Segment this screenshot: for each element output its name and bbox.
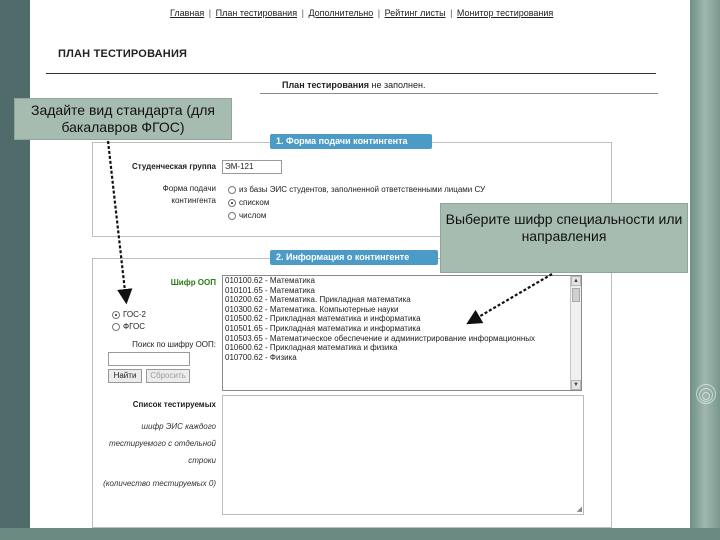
page-title: ПЛАН ТЕСТИРОВАНИЯ [58, 48, 188, 60]
top-navigation: Главная | План тестирования | Дополнител… [170, 8, 553, 18]
title-divider [46, 73, 656, 74]
nav-link-home[interactable]: Главная [170, 8, 204, 18]
contingent-form-header: 1. Форма подачи контингента [270, 134, 432, 149]
plan-status-text: не заполнен. [369, 80, 426, 90]
radio-database[interactable] [228, 185, 236, 194]
list-item[interactable]: 010501.65 - Прикладная математика и инфо… [223, 324, 581, 334]
reset-button[interactable]: Сбросить [146, 369, 190, 383]
testees-list-label: Список тестируемых [132, 400, 216, 409]
radio-number[interactable] [228, 211, 236, 220]
testees-note-line: шифр ЭИС каждого [141, 422, 216, 431]
slide-frame-bottom [0, 528, 720, 540]
form-option-database-label: из базы ЭИС студентов, заполненной ответ… [239, 185, 486, 194]
nav-link-rating-sheets[interactable]: Рейтинг листы [385, 8, 446, 18]
radio-fgos[interactable] [112, 322, 120, 331]
list-item[interactable]: 010503.65 - Математическое обеспечение и… [223, 334, 581, 344]
callout-specialty: Выберите шифр специальности или направле… [440, 203, 688, 273]
form-option-list[interactable]: списком [228, 198, 269, 207]
nav-separator: | [377, 8, 381, 18]
list-item[interactable]: 010200.62 - Математика. Прикладная матем… [223, 295, 581, 305]
form-option-number-label: числом [239, 211, 267, 220]
form-label-line2: контингента [171, 196, 216, 205]
plan-status-bold: План тестирования [282, 80, 370, 90]
nav-link-test-plan[interactable]: План тестирования [216, 8, 297, 18]
standard-option-gos2[interactable]: ГОС-2 [112, 310, 146, 319]
standard-gos2-label: ГОС-2 [123, 310, 146, 319]
specialty-listbox[interactable]: 010100.62 - Математика 010101.65 - Матем… [222, 275, 582, 391]
scroll-down-icon[interactable]: ▼ [571, 380, 581, 390]
testees-note-line: строки [188, 456, 216, 465]
form-label-line1: Форма подачи [162, 184, 216, 193]
testees-note-line: тестируемого с отдельной [108, 439, 216, 448]
status-divider [260, 93, 658, 94]
standard-fgos-label: ФГОС [123, 322, 145, 331]
listbox-scrollbar[interactable]: ▲ ▼ [570, 276, 581, 390]
list-item[interactable]: 010700.62 - Физика [223, 353, 581, 363]
resize-grip-icon[interactable]: ◢ [577, 505, 582, 513]
testees-textarea[interactable]: ◢ [222, 395, 584, 515]
shifr-oop-label: Шифр ООП [170, 278, 216, 287]
nav-link-monitor[interactable]: Монитор тестирования [457, 8, 553, 18]
plan-status: План тестирования не заполнен. [282, 80, 426, 90]
decorative-swirl-icon [694, 380, 720, 440]
scroll-thumb[interactable] [572, 288, 580, 302]
nav-separator: | [450, 8, 453, 18]
nav-separator: | [301, 8, 304, 18]
testees-count: (количество тестируемых 0) [103, 479, 216, 488]
form-option-list-label: списком [239, 198, 270, 207]
nav-link-additional[interactable]: Дополнительно [308, 8, 373, 18]
list-item[interactable]: 010100.62 - Математика [223, 276, 581, 286]
slide-frame-left [0, 0, 30, 540]
list-item[interactable]: 010300.62 - Математика. Компьютерные нау… [223, 305, 581, 315]
slide-frame-right [690, 0, 720, 540]
testees-note: шифр ЭИС каждого тестируемого с отдельно… [96, 420, 216, 468]
form-option-number[interactable]: числом [228, 211, 266, 220]
standard-option-fgos[interactable]: ФГОС [112, 322, 145, 331]
radio-gos2[interactable] [112, 310, 120, 319]
scroll-up-icon[interactable]: ▲ [571, 276, 581, 286]
search-shifr-input[interactable] [108, 352, 190, 366]
student-group-label: Студенческая группа [132, 162, 216, 171]
contingent-info-header: 2. Информация о контингенте [270, 250, 438, 265]
search-shifr-label: Поиск по шифру ООП: [132, 340, 216, 349]
callout-standard: Задайте вид стандарта (для бакалавров ФГ… [14, 98, 232, 140]
nav-separator: | [208, 8, 212, 18]
list-item[interactable]: 010101.65 - Математика [223, 286, 581, 296]
radio-list[interactable] [228, 198, 236, 207]
form-option-database[interactable]: из базы ЭИС студентов, заполненной ответ… [228, 185, 485, 194]
list-item[interactable]: 010600.62 - Прикладная математика и физи… [223, 343, 581, 353]
student-group-input[interactable]: ЭМ-121 [222, 160, 282, 174]
list-item[interactable]: 010500.62 - Прикладная математика и инфо… [223, 314, 581, 324]
find-button[interactable]: Найти [108, 369, 142, 383]
